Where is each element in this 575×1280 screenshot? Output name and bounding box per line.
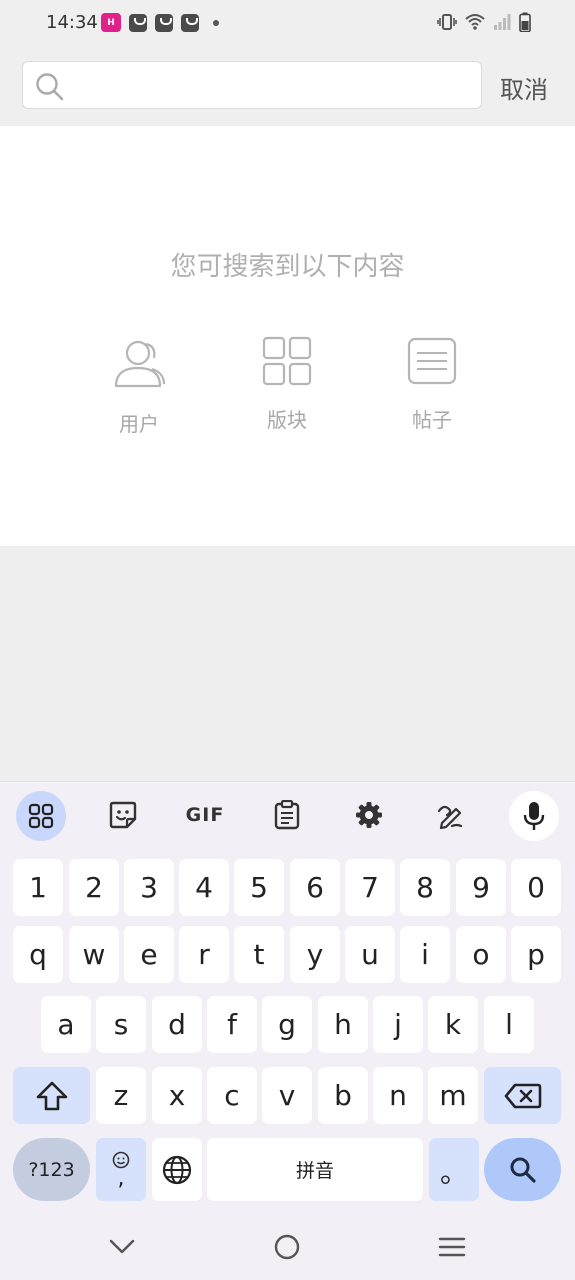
backspace-icon — [504, 1083, 541, 1108]
backspace-key[interactable] — [484, 1067, 561, 1124]
emoji-comma-key[interactable]: , — [96, 1138, 146, 1201]
key-z[interactable]: z — [96, 1067, 146, 1124]
category-user[interactable]: 用户 — [89, 336, 189, 437]
navigation-bar — [0, 1218, 575, 1280]
key-t[interactable]: t — [234, 926, 284, 983]
key-i[interactable]: i — [400, 926, 450, 983]
signal-icon — [494, 14, 511, 30]
cancel-button[interactable]: 取消 — [500, 70, 548, 105]
key-h[interactable]: h — [318, 996, 368, 1053]
period-key[interactable]: 。 — [429, 1138, 479, 1201]
search-hint: 您可搜索到以下内容 — [170, 252, 405, 282]
menu-lines-icon[interactable] — [438, 1232, 466, 1260]
key-4[interactable]: 4 — [179, 859, 229, 916]
bag-icon — [155, 13, 173, 32]
back-chevron-icon[interactable] — [108, 1232, 136, 1260]
settings-icon — [356, 802, 382, 828]
symbols-key[interactable]: ?123 — [13, 1138, 90, 1201]
category-board[interactable]: 版块 — [237, 336, 337, 433]
app-notification-icon: H — [101, 13, 121, 32]
category-user-label: 用户 — [119, 412, 159, 436]
gif-label: GIF — [185, 804, 225, 826]
key-f[interactable]: f — [207, 996, 257, 1053]
voice-input-button[interactable] — [509, 791, 559, 841]
key-j[interactable]: j — [373, 996, 423, 1053]
search-scope-panel: 您可搜索到以下内容 用户 版块 帖子 — [0, 126, 575, 546]
key-6[interactable]: 6 — [290, 859, 340, 916]
key-7[interactable]: 7 — [345, 859, 395, 916]
key-o[interactable]: o — [456, 926, 506, 983]
key-n[interactable]: n — [373, 1067, 423, 1124]
soft-keyboard: GIF 1 2 3 4 5 6 7 8 9 0 q w e r t y u i … — [0, 781, 575, 1280]
system-icons — [437, 12, 531, 32]
search-box[interactable] — [22, 61, 482, 109]
key-d[interactable]: d — [152, 996, 202, 1053]
category-post[interactable]: 帖子 — [382, 336, 482, 433]
comma-label: , — [117, 1165, 125, 1191]
sticker-button[interactable] — [99, 791, 147, 839]
apps-grid-icon — [28, 803, 54, 829]
key-m[interactable]: m — [428, 1067, 478, 1124]
sticker-icon — [109, 801, 137, 829]
key-e[interactable]: e — [124, 926, 174, 983]
key-c[interactable]: c — [207, 1067, 257, 1124]
apps-grid-button[interactable] — [16, 791, 66, 841]
key-b[interactable]: b — [318, 1067, 368, 1124]
user-icon — [114, 340, 166, 388]
battery-icon — [519, 12, 531, 32]
key-8[interactable]: 8 — [400, 859, 450, 916]
key-2[interactable]: 2 — [69, 859, 119, 916]
globe-icon — [162, 1155, 192, 1184]
handwriting-button[interactable] — [426, 791, 474, 839]
bag-icon — [129, 13, 147, 32]
post-icon — [407, 337, 457, 385]
key-a[interactable]: a — [41, 996, 91, 1053]
notification-icons: H — [101, 13, 219, 32]
key-s[interactable]: s — [96, 996, 146, 1053]
status-time: 14:34 — [46, 12, 98, 33]
key-x[interactable]: x — [152, 1067, 202, 1124]
category-board-label: 版块 — [267, 408, 307, 432]
key-v[interactable]: v — [262, 1067, 312, 1124]
key-g[interactable]: g — [262, 996, 312, 1053]
mic-icon — [523, 802, 545, 830]
key-y[interactable]: y — [290, 926, 340, 983]
key-u[interactable]: u — [345, 926, 395, 983]
status-bar: 14:34 H — [0, 0, 575, 48]
key-r[interactable]: r — [179, 926, 229, 983]
gif-button[interactable]: GIF — [181, 791, 229, 839]
key-q[interactable]: q — [13, 926, 63, 983]
key-l[interactable]: l — [484, 996, 534, 1053]
space-key[interactable]: 拼音 — [207, 1138, 423, 1201]
dot-icon — [213, 19, 219, 26]
wifi-icon — [465, 14, 485, 30]
shift-arrow-icon — [36, 1081, 67, 1110]
clipboard-icon — [274, 800, 300, 830]
key-w[interactable]: w — [69, 926, 119, 983]
grid-icon — [262, 336, 312, 386]
language-key[interactable] — [152, 1138, 202, 1201]
home-circle-icon[interactable] — [273, 1232, 301, 1260]
key-1[interactable]: 1 — [13, 859, 63, 916]
search-header: 取消 — [0, 48, 575, 126]
search-icon — [510, 1157, 536, 1183]
key-9[interactable]: 9 — [456, 859, 506, 916]
search-icon — [36, 73, 64, 101]
vibrate-icon — [437, 14, 457, 30]
key-p[interactable]: p — [511, 926, 561, 983]
clipboard-button[interactable] — [263, 791, 311, 839]
shift-key[interactable] — [13, 1067, 90, 1124]
search-input[interactable] — [73, 68, 473, 102]
key-k[interactable]: k — [428, 996, 478, 1053]
search-action-key[interactable] — [484, 1138, 561, 1201]
category-post-label: 帖子 — [412, 408, 452, 432]
key-0[interactable]: 0 — [511, 859, 561, 916]
bag-icon — [181, 13, 199, 32]
key-5[interactable]: 5 — [234, 859, 284, 916]
settings-button[interactable] — [345, 791, 393, 839]
key-3[interactable]: 3 — [124, 859, 174, 916]
handwriting-icon — [437, 805, 463, 829]
